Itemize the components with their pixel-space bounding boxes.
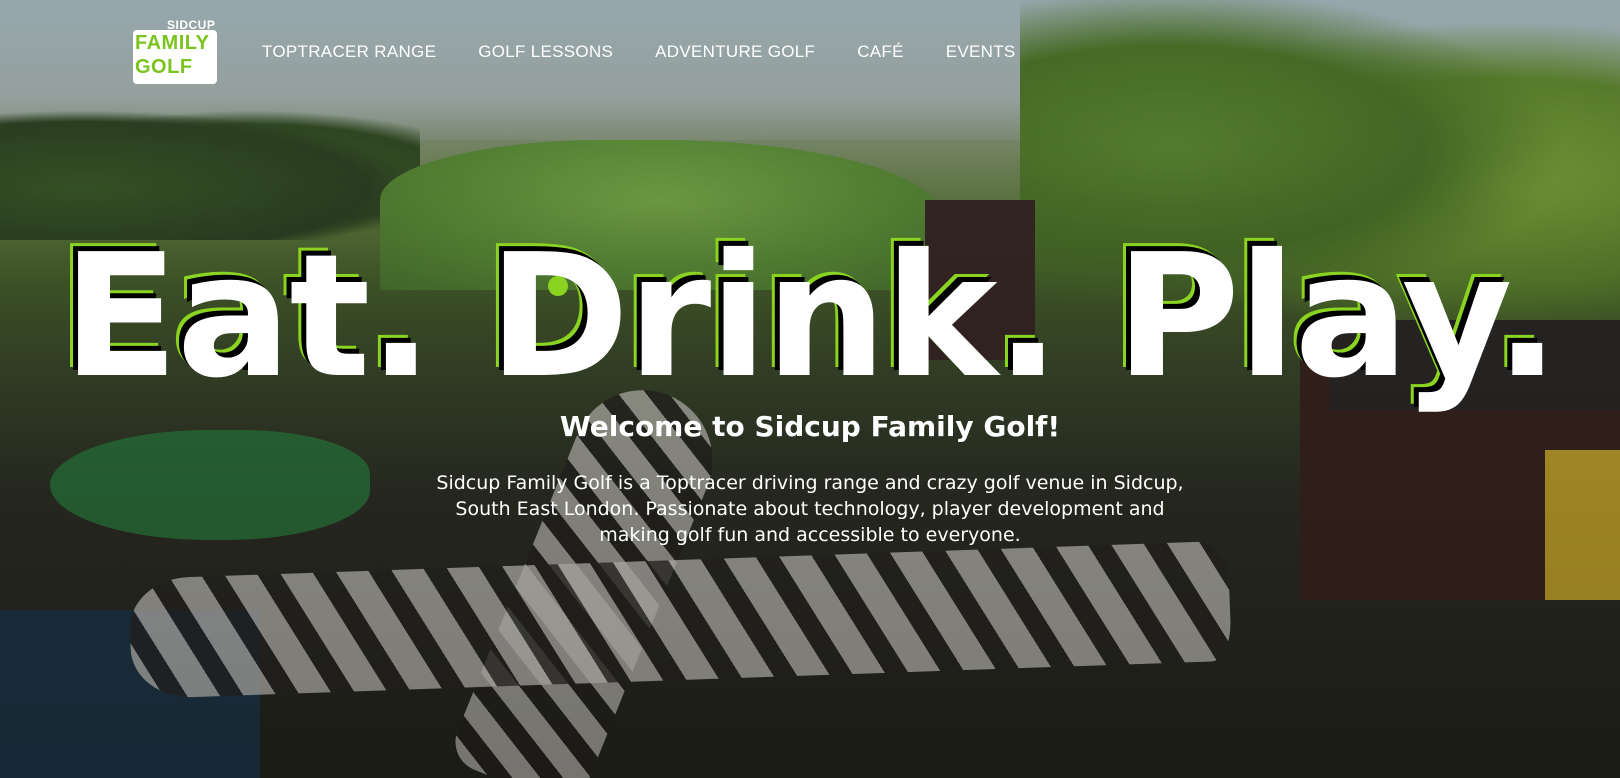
top-navigation: SIDCUP FAMILY GOLF TOPTRACER RANGE GOLF …	[0, 0, 1620, 100]
site-logo[interactable]: SIDCUP FAMILY GOLF	[133, 18, 221, 84]
main-menu: TOPTRACER RANGE GOLF LESSONS ADVENTURE G…	[262, 42, 1016, 62]
hero-intro-text: Sidcup Family Golf is a Toptracer drivin…	[436, 472, 1184, 546]
hero-subtitle: Welcome to Sidcup Family Golf!	[559, 410, 1061, 443]
logo-line-2: GOLF	[135, 56, 193, 78]
nav-link-golf-lessons[interactable]: GOLF LESSONS	[478, 42, 613, 62]
nav-link-events[interactable]: EVENTS	[946, 42, 1016, 62]
hero-headline-wrap: Eat. Drink. Play.	[0, 232, 1620, 402]
page-frame: SIDCUP FAMILY GOLF TOPTRACER RANGE GOLF …	[0, 0, 1620, 778]
nav-link-adventure-golf[interactable]: ADVENTURE GOLF	[655, 42, 815, 62]
accent-dot	[548, 276, 568, 296]
nav-link-toptracer-range[interactable]: TOPTRACER RANGE	[262, 42, 436, 62]
hero-headline: Eat. Drink. Play.	[62, 218, 1559, 416]
logo-line-1: FAMILY	[135, 32, 210, 54]
nav-link-cafe[interactable]: CAFÉ	[857, 42, 904, 62]
